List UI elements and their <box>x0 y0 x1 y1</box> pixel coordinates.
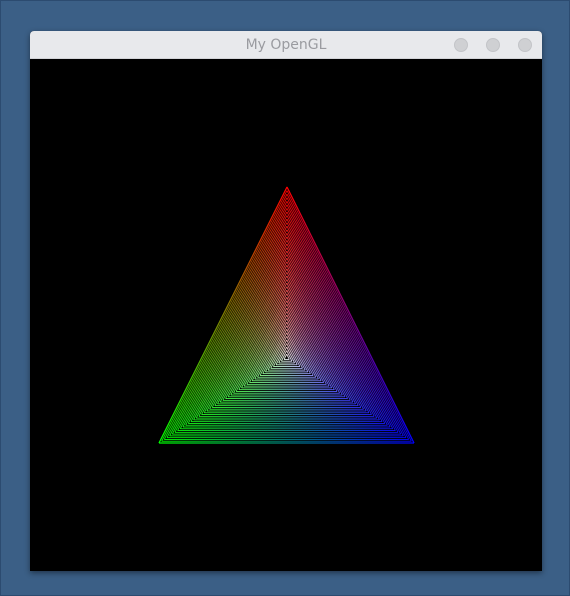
gl-viewport <box>30 59 542 571</box>
desktop: My OpenGL <box>0 0 570 596</box>
close-button[interactable] <box>518 38 532 52</box>
minimize-button[interactable] <box>454 38 468 52</box>
gl-canvas[interactable] <box>30 59 542 571</box>
title-bar[interactable]: My OpenGL <box>30 31 542 59</box>
gl-background <box>30 59 542 571</box>
opengl-window: My OpenGL <box>30 31 542 571</box>
maximize-button[interactable] <box>486 38 500 52</box>
